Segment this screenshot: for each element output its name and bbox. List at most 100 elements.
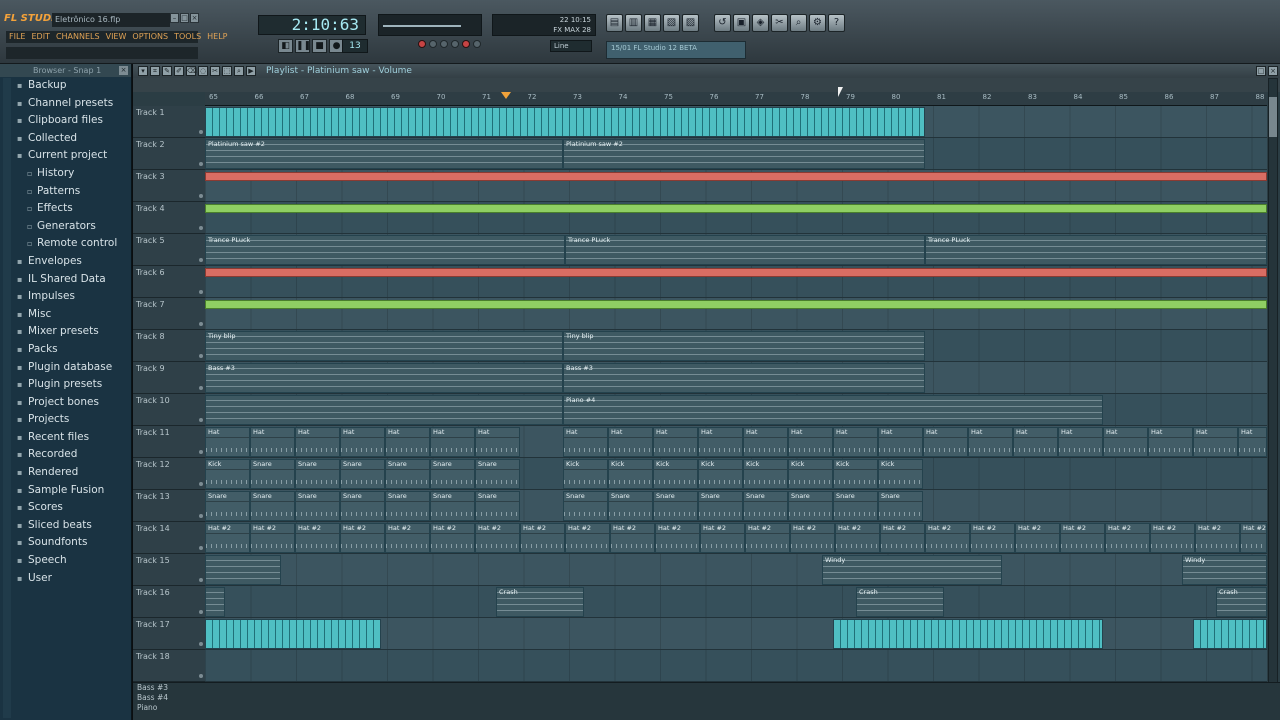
pattern-clip[interactable]: Crash: [1216, 587, 1267, 617]
pattern-clip[interactable]: Snare: [475, 491, 520, 521]
pattern-clip[interactable]: Hat: [1238, 427, 1267, 457]
pattern-clip[interactable]: Hat: [1013, 427, 1058, 457]
pattern-clip[interactable]: Hat #2: [880, 523, 925, 553]
pattern-clip[interactable]: Kick: [608, 459, 653, 489]
browser-item[interactable]: ▪ Channel presets: [0, 95, 131, 113]
pattern-clip[interactable]: Windy: [822, 555, 1002, 585]
pattern-clip[interactable]: Hat #2: [475, 523, 520, 553]
browser-item[interactable]: ▪ Misc: [0, 306, 131, 324]
maximize-icon[interactable]: □: [180, 13, 189, 23]
track-header[interactable]: Track 9: [133, 362, 205, 394]
track-mute-led[interactable]: [199, 226, 203, 230]
browser-item[interactable]: ▪ Speech: [0, 552, 131, 570]
render-icon[interactable]: ◈: [752, 14, 769, 32]
pencil-icon[interactable]: ✎: [162, 66, 172, 76]
close-icon[interactable]: ×: [190, 13, 199, 23]
browser-item[interactable]: ▫ Remote control: [0, 235, 131, 253]
track-header[interactable]: Track 14: [133, 522, 205, 554]
browser-item[interactable]: ▫ History: [0, 165, 131, 183]
browser-item[interactable]: ▪ Rendered: [0, 464, 131, 482]
pattern-clip[interactable]: Snare: [563, 491, 608, 521]
pattern-clip[interactable]: Hat: [205, 427, 250, 457]
pattern-clip[interactable]: Hat: [295, 427, 340, 457]
pattern-clip[interactable]: [205, 107, 925, 137]
pattern-clip[interactable]: Snare: [743, 491, 788, 521]
track-lane[interactable]: Kick Snare Snare Snare Snare Snare Snare Kick Ki…: [205, 458, 1267, 490]
track-mute-led[interactable]: [199, 386, 203, 390]
pattern-clip[interactable]: Snare: [698, 491, 743, 521]
playlist-icon[interactable]: ▤: [606, 14, 623, 32]
pattern-clip[interactable]: Tiny blip: [563, 331, 925, 361]
vertical-scroll-thumb[interactable]: [1269, 97, 1277, 137]
browser-item[interactable]: ▪ Backup: [0, 77, 131, 95]
pattern-clip[interactable]: Hat #2: [790, 523, 835, 553]
pattern-clip[interactable]: Hat #2: [835, 523, 880, 553]
track-mute-led[interactable]: [199, 514, 203, 518]
pattern-clip[interactable]: Hat: [833, 427, 878, 457]
pattern-clip[interactable]: Bass #3: [205, 363, 563, 393]
pattern-clip[interactable]: Hat #2: [745, 523, 790, 553]
track-header[interactable]: Track 7: [133, 298, 205, 330]
track-header[interactable]: Track 8: [133, 330, 205, 362]
track-lane[interactable]: Hat Hat Hat Hat Hat Hat Hat Hat Hat Hat Hat Hat Hat H…: [205, 426, 1267, 458]
piano-roll-icon[interactable]: ▥: [625, 14, 642, 32]
pattern-clip[interactable]: Hat #2: [250, 523, 295, 553]
track-header[interactable]: Track 16: [133, 586, 205, 618]
pattern-clip[interactable]: Hat #2: [700, 523, 745, 553]
playback-icon[interactable]: ▶: [246, 66, 256, 76]
pattern-clip[interactable]: Platinium saw #2: [563, 139, 925, 169]
pattern-clip[interactable]: Hat #2: [565, 523, 610, 553]
pattern-clip[interactable]: Hat #2: [970, 523, 1015, 553]
track-header[interactable]: Track 18: [133, 650, 205, 682]
pattern-clip[interactable]: Trance PLuck: [205, 235, 565, 265]
pattern-clip[interactable]: Hat #2: [1105, 523, 1150, 553]
track-mute-led[interactable]: [199, 450, 203, 454]
pattern-clip[interactable]: Hat #2: [295, 523, 340, 553]
pattern-clip[interactable]: Hat: [1058, 427, 1103, 457]
pattern-clip[interactable]: Kick: [833, 459, 878, 489]
pattern-clip[interactable]: Snare: [475, 459, 520, 489]
browser-item[interactable]: ▪ Current project: [0, 147, 131, 165]
pattern-clip[interactable]: Snare: [385, 491, 430, 521]
vertical-scrollbar[interactable]: [1268, 78, 1278, 686]
wait-led[interactable]: [429, 40, 437, 48]
mixer-icon[interactable]: ▧: [663, 14, 680, 32]
menu-edit[interactable]: EDIT: [31, 31, 49, 43]
playhead-marker[interactable]: [501, 92, 511, 99]
pattern-clip[interactable]: Hat: [788, 427, 833, 457]
track-mute-led[interactable]: [199, 258, 203, 262]
minimize-icon[interactable]: –: [170, 13, 179, 23]
track-lane[interactable]: Crash Crash Crash: [205, 586, 1267, 618]
pattern-clip[interactable]: Snare: [385, 459, 430, 489]
pattern-clip[interactable]: Hat #2: [205, 523, 250, 553]
pattern-clip[interactable]: Hat #2: [430, 523, 475, 553]
pattern-clip[interactable]: Hat: [385, 427, 430, 457]
pattern-clip[interactable]: Hat: [340, 427, 385, 457]
browser-item[interactable]: ▫ Patterns: [0, 183, 131, 201]
track-lane[interactable]: Hat #2 Hat #2 Hat #2 Hat #2 Hat #2 Hat #2 Hat …: [205, 522, 1267, 554]
track-header[interactable]: Track 3: [133, 170, 205, 202]
pattern-clip[interactable]: Hat: [608, 427, 653, 457]
track-header[interactable]: Track 12: [133, 458, 205, 490]
maximize-icon[interactable]: □: [1256, 66, 1266, 76]
pattern-clip[interactable]: Crash: [856, 587, 944, 617]
menu-tools[interactable]: TOOLS: [174, 31, 201, 43]
pattern-clip[interactable]: Hat: [878, 427, 923, 457]
pattern-clip[interactable]: [205, 395, 563, 425]
pattern-clip[interactable]: Platinium saw #2: [205, 139, 563, 169]
timeline-ruler[interactable]: 65 66 67 68 69 70 71 72 73 74 75 76 77 78 79 80 81 82 83 84…: [205, 92, 1267, 106]
pattern-clip[interactable]: Hat #2: [1015, 523, 1060, 553]
track-lane[interactable]: [205, 266, 1267, 298]
pattern-clip[interactable]: Hat: [968, 427, 1013, 457]
zoom-icon[interactable]: ⌕: [790, 14, 807, 32]
browser-item[interactable]: ▫ Generators: [0, 218, 131, 236]
browser-item[interactable]: ▪ Impulses: [0, 288, 131, 306]
track-mute-led[interactable]: [199, 546, 203, 550]
pattern-clip[interactable]: Bass #3: [563, 363, 925, 393]
stop-icon[interactable]: ■: [312, 39, 327, 53]
pattern-clip[interactable]: Kick: [653, 459, 698, 489]
browser-item[interactable]: ▪ IL Shared Data: [0, 271, 131, 289]
metronome-led[interactable]: [418, 40, 426, 48]
pattern-clip[interactable]: Hat #2: [385, 523, 430, 553]
plugin-picker-icon[interactable]: ▨: [682, 14, 699, 32]
